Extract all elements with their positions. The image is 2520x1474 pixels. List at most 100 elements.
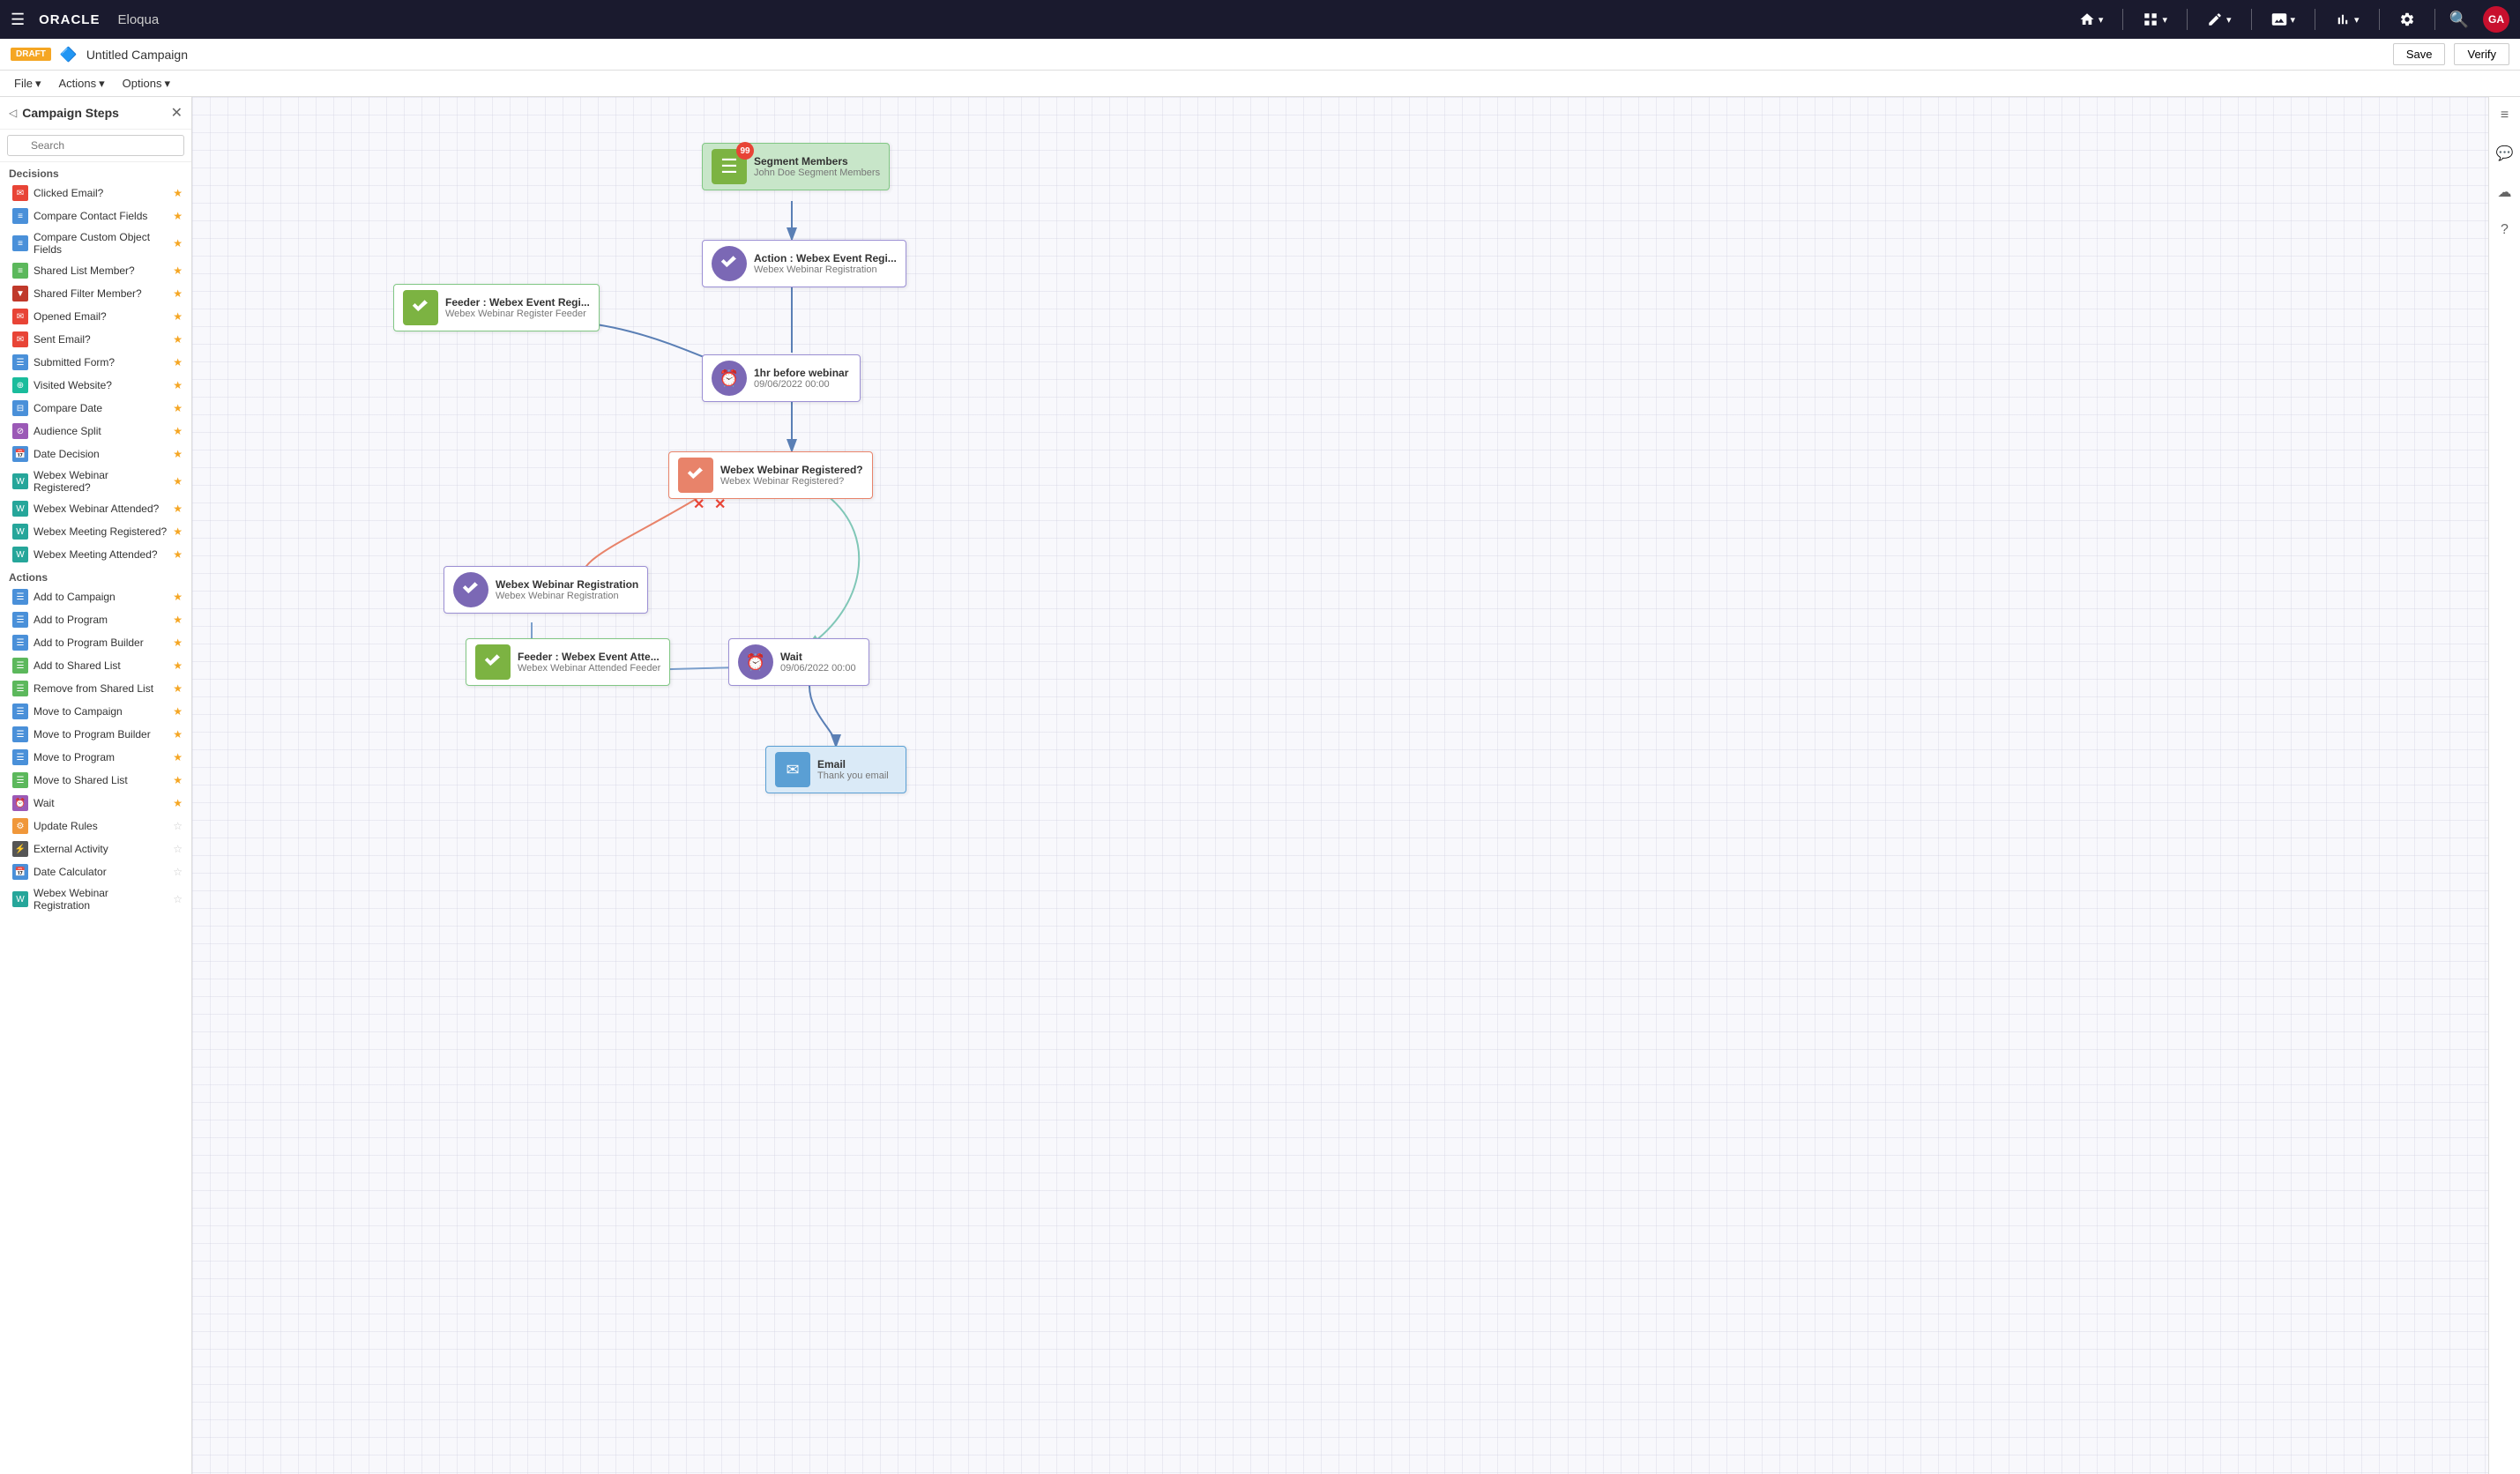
star-icon[interactable]: ★: [173, 751, 183, 763]
star-icon[interactable]: ★: [173, 448, 183, 460]
list-item[interactable]: ≡ Shared List Member? ★: [0, 259, 191, 282]
segment-members-node[interactable]: 99 ☰ Segment Members John Doe Segment Me…: [702, 143, 890, 190]
list-item[interactable]: ✉ Sent Email? ★: [0, 328, 191, 351]
star-icon[interactable]: ★: [173, 525, 183, 538]
list-item[interactable]: ▼ Shared Filter Member? ★: [0, 282, 191, 305]
search-box: 🔍: [0, 130, 191, 162]
list-item[interactable]: ☰ Add to Program ★: [0, 608, 191, 631]
star-icon[interactable]: ★: [173, 728, 183, 741]
right-panel-comment-btn[interactable]: 💬: [2493, 141, 2517, 166]
right-panel-help-btn[interactable]: ?: [2497, 219, 2512, 242]
search-nav-btn[interactable]: 🔍: [2449, 11, 2469, 29]
eloqua-label: Eloqua: [117, 12, 159, 27]
list-item[interactable]: ☰ Add to Program Builder ★: [0, 631, 191, 654]
actions-menu[interactable]: Actions ▾: [51, 73, 111, 94]
list-item[interactable]: ☰ Add to Campaign ★: [0, 585, 191, 608]
hamburger-menu[interactable]: ☰: [11, 11, 25, 29]
list-item[interactable]: ☰ Remove from Shared List ★: [0, 677, 191, 700]
star-icon[interactable]: ★: [173, 797, 183, 809]
star-icon[interactable]: ★: [173, 287, 183, 300]
create-nav-btn[interactable]: ▾: [2202, 8, 2237, 31]
apps-nav-btn[interactable]: ▾: [2137, 8, 2173, 31]
list-item[interactable]: ⊘ Audience Split ★: [0, 420, 191, 443]
star-icon[interactable]: ★: [173, 310, 183, 323]
action-webex-node[interactable]: Action : Webex Event Regi... Webex Webin…: [702, 240, 906, 287]
star-icon[interactable]: ★: [173, 548, 183, 561]
star-icon[interactable]: ★: [173, 379, 183, 391]
list-item[interactable]: ✉ Opened Email? ★: [0, 305, 191, 328]
reports-nav-btn[interactable]: ▾: [2330, 8, 2365, 31]
list-item[interactable]: ☰ Move to Program Builder ★: [0, 723, 191, 746]
list-item[interactable]: W Webex Webinar Registered? ★: [0, 465, 191, 497]
right-panel-cloud-btn[interactable]: ☁: [2494, 180, 2516, 205]
feeder-attended-node[interactable]: Feeder : Webex Event Atte... Webex Webin…: [466, 638, 670, 686]
list-item[interactable]: ✉ Clicked Email? ★: [0, 182, 191, 205]
step-label: Date Calculator: [34, 866, 168, 878]
assets-nav-btn[interactable]: ▾: [2266, 8, 2301, 31]
star-icon[interactable]: ★: [173, 237, 183, 249]
feeder-webex-title: Feeder : Webex Event Regi...: [445, 296, 590, 309]
decision-false-mark: ✕: [693, 495, 705, 513]
wait-2-title: Wait: [780, 651, 856, 663]
decision-webex-node[interactable]: Webex Webinar Registered? Webex Webinar …: [668, 451, 873, 499]
home-nav-btn[interactable]: ▾: [2074, 8, 2109, 31]
sidebar-close-btn[interactable]: ✕: [171, 104, 183, 122]
list-item[interactable]: ⊟ Compare Date ★: [0, 397, 191, 420]
star-icon[interactable]: ★: [173, 187, 183, 199]
list-item[interactable]: ⏰ Wait ★: [0, 792, 191, 815]
star-icon[interactable]: ★: [173, 264, 183, 277]
star-icon[interactable]: ★: [173, 475, 183, 488]
wait-1hr-node[interactable]: ⏰ 1hr before webinar 09/06/2022 00:00: [702, 354, 861, 402]
list-item[interactable]: W Webex Webinar Registration ☆: [0, 883, 191, 915]
menu-bar: File ▾ Actions ▾ Options ▾: [0, 71, 2520, 97]
list-item[interactable]: ☰ Move to Campaign ★: [0, 700, 191, 723]
email-thankyou-node[interactable]: ✉ Email Thank you email: [765, 746, 906, 793]
list-item[interactable]: ⚙ Update Rules ☆: [0, 815, 191, 838]
search-input[interactable]: [7, 135, 184, 156]
star-icon[interactable]: ★: [173, 774, 183, 786]
star-icon[interactable]: ★: [173, 402, 183, 414]
star-icon[interactable]: ★: [173, 614, 183, 626]
step-label: Add to Shared List: [34, 659, 168, 672]
star-icon[interactable]: ★: [173, 210, 183, 222]
list-item[interactable]: ⚡ External Activity ☆: [0, 838, 191, 860]
canvas-area[interactable]: 99 ☰ Segment Members John Doe Segment Me…: [192, 97, 2488, 1474]
star-icon[interactable]: ☆: [173, 893, 183, 905]
star-icon[interactable]: ★: [173, 636, 183, 649]
right-panel-list-btn[interactable]: ≡: [2497, 104, 2512, 127]
star-icon[interactable]: ☆: [173, 843, 183, 855]
list-item[interactable]: W Webex Webinar Attended? ★: [0, 497, 191, 520]
list-item[interactable]: ☰ Move to Shared List ★: [0, 769, 191, 792]
step-label: Move to Program: [34, 751, 168, 763]
star-icon[interactable]: ★: [173, 333, 183, 346]
star-icon[interactable]: ☆: [173, 820, 183, 832]
file-menu[interactable]: File ▾: [7, 73, 48, 94]
star-icon[interactable]: ★: [173, 425, 183, 437]
star-icon[interactable]: ★: [173, 659, 183, 672]
wait-2-node[interactable]: ⏰ Wait 09/06/2022 00:00: [728, 638, 869, 686]
list-item[interactable]: 📅 Date Decision ★: [0, 443, 191, 465]
star-icon[interactable]: ★: [173, 356, 183, 368]
list-item[interactable]: ≡ Compare Custom Object Fields ★: [0, 227, 191, 259]
save-button[interactable]: Save: [2393, 43, 2446, 65]
star-icon[interactable]: ★: [173, 682, 183, 695]
options-menu[interactable]: Options ▾: [116, 73, 177, 94]
user-avatar[interactable]: GA: [2483, 6, 2509, 33]
list-item[interactable]: ≡ Compare Contact Fields ★: [0, 205, 191, 227]
feeder-webex-node[interactable]: Feeder : Webex Event Regi... Webex Webin…: [393, 284, 600, 331]
list-item[interactable]: W Webex Meeting Attended? ★: [0, 543, 191, 566]
list-item[interactable]: W Webex Meeting Registered? ★: [0, 520, 191, 543]
star-icon[interactable]: ★: [173, 502, 183, 515]
star-icon[interactable]: ★: [173, 705, 183, 718]
list-item[interactable]: ☰ Move to Program ★: [0, 746, 191, 769]
list-item[interactable]: 📅 Date Calculator ☆: [0, 860, 191, 883]
star-icon[interactable]: ☆: [173, 866, 183, 878]
verify-button[interactable]: Verify: [2454, 43, 2509, 65]
sidebar-collapse-icon[interactable]: ◁: [9, 107, 17, 119]
list-item[interactable]: ☰ Submitted Form? ★: [0, 351, 191, 374]
star-icon[interactable]: ★: [173, 591, 183, 603]
settings-nav-btn[interactable]: [2394, 8, 2420, 31]
list-item[interactable]: ☰ Add to Shared List ★: [0, 654, 191, 677]
webex-registration-node[interactable]: Webex Webinar Registration Webex Webinar…: [444, 566, 648, 614]
list-item[interactable]: ⊕ Visited Website? ★: [0, 374, 191, 397]
